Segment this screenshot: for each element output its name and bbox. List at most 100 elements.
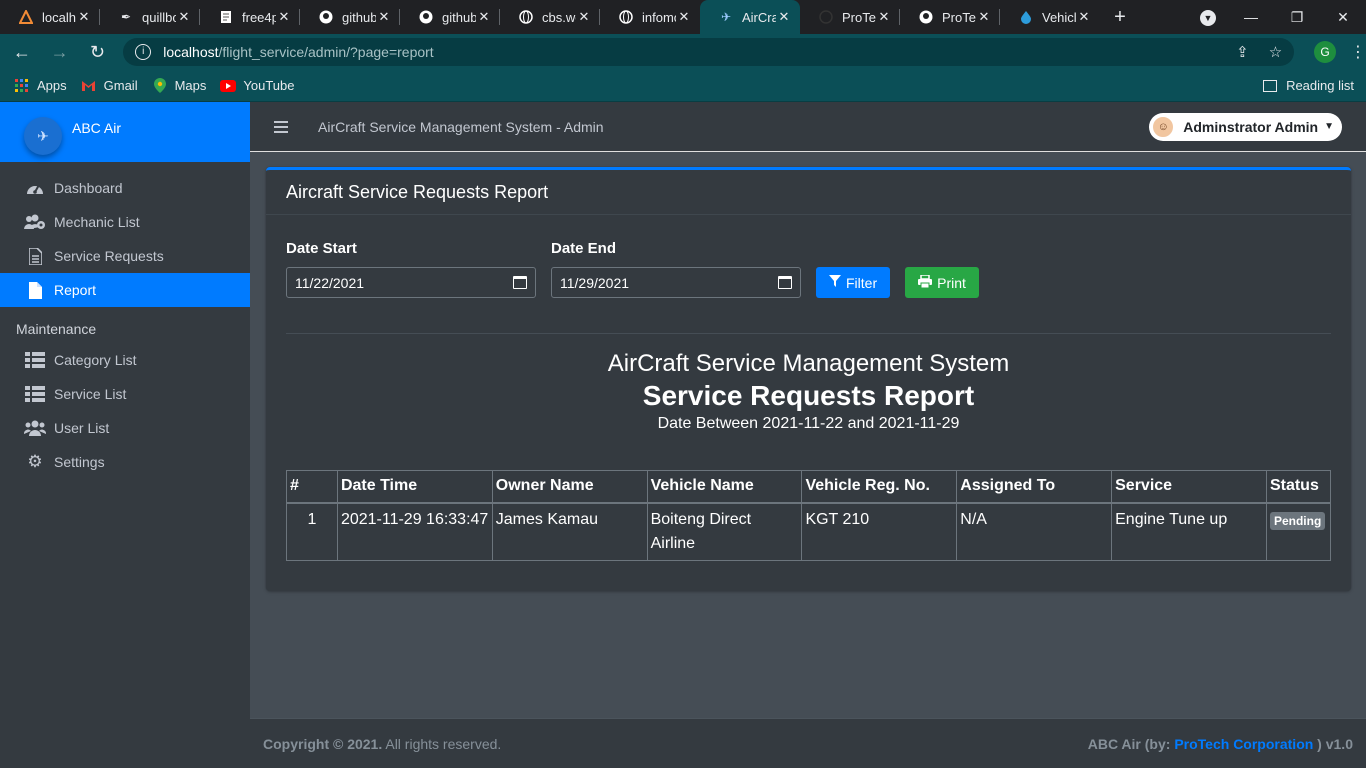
- brand-text: ABC Air: [72, 120, 122, 136]
- close-icon[interactable]: ✕: [676, 9, 692, 25]
- bookmark-apps[interactable]: Apps: [14, 78, 67, 94]
- cell-vehicle-reg: KGT 210: [801, 502, 958, 561]
- tab-title: github: [342, 9, 376, 25]
- print-label: Print: [937, 274, 966, 291]
- browser-tab[interactable]: github ✕: [300, 0, 400, 34]
- forward-button[interactable]: →: [44, 42, 76, 63]
- report-card: Aircraft Service Requests Report Date St…: [266, 167, 1351, 591]
- sidebar-item-dashboard[interactable]: Dashboard: [0, 171, 250, 205]
- sidebar-item-settings[interactable]: ⚙ Settings: [0, 445, 250, 479]
- filter-icon: [829, 275, 841, 290]
- github-icon: [918, 9, 934, 25]
- print-button[interactable]: Print: [905, 267, 979, 298]
- new-tab-button[interactable]: +: [1100, 6, 1140, 29]
- close-icon[interactable]: ✕: [576, 9, 592, 25]
- brand-link[interactable]: ✈ ABC Air: [0, 102, 250, 162]
- date-end-input[interactable]: 11/29/2021: [551, 267, 801, 298]
- browser-tab[interactable]: localhost ✕: [0, 0, 100, 34]
- minimize-button[interactable]: —: [1228, 9, 1274, 25]
- sidebar-item-label: Report: [54, 282, 97, 298]
- table-row: 1 2021-11-29 16:33:47 James Kamau Boiten…: [286, 502, 1332, 561]
- date-start-input[interactable]: 11/22/2021: [286, 267, 536, 298]
- sidebar-item-category-list[interactable]: Category List: [0, 343, 250, 377]
- close-icon[interactable]: ✕: [176, 9, 192, 25]
- tab-title: free4p: [242, 9, 276, 25]
- file-icon: [24, 281, 46, 299]
- close-icon[interactable]: ✕: [776, 9, 792, 25]
- restore-button[interactable]: ❐: [1274, 9, 1320, 26]
- close-icon[interactable]: ✕: [876, 9, 892, 25]
- bookmark-gmail[interactable]: Gmail: [81, 78, 138, 94]
- filter-button[interactable]: Filter: [816, 267, 891, 298]
- column-header: Status: [1265, 470, 1332, 504]
- file-alt-icon: [24, 247, 46, 265]
- browser-tab[interactable]: cbs.wo ✕: [500, 0, 600, 34]
- menu-toggle-icon[interactable]: [274, 118, 288, 136]
- bookmark-maps[interactable]: Maps: [152, 78, 206, 94]
- sidebar-item-report[interactable]: Report: [0, 273, 250, 307]
- browser-menu-icon[interactable]: ⋮: [1350, 42, 1366, 62]
- browser-tab[interactable]: Vehicle ✕: [1000, 0, 1100, 34]
- users-icon: [24, 420, 46, 436]
- tab-title: ProTech: [942, 9, 976, 25]
- browser-tab[interactable]: infomo ✕: [600, 0, 700, 34]
- calendar-icon[interactable]: [513, 276, 527, 289]
- close-icon[interactable]: ✕: [476, 9, 492, 25]
- rights-text: All rights reserved.: [385, 735, 502, 752]
- column-header: #: [286, 470, 338, 504]
- footer-copyright: Copyright © 2021. All rights reserved.: [263, 736, 501, 752]
- tab-title: ProTech: [842, 9, 876, 25]
- profile-avatar[interactable]: G: [1314, 41, 1336, 63]
- calendar-icon[interactable]: [778, 276, 792, 289]
- column-header: Owner Name: [491, 470, 648, 504]
- cell-service: Engine Tune up: [1111, 502, 1267, 561]
- close-icon[interactable]: ✕: [76, 9, 92, 25]
- close-icon[interactable]: ✕: [276, 9, 292, 25]
- user-menu-button[interactable]: ☺ Adminstrator Admin ▼: [1149, 112, 1342, 141]
- bookmark-youtube[interactable]: YouTube: [220, 78, 294, 94]
- copyright-text: Copyright © 2021.: [263, 735, 383, 752]
- browser-tab-active[interactable]: ✈ AirCraft ✕: [700, 0, 800, 34]
- bookmark-star-icon[interactable]: ☆: [1269, 43, 1282, 61]
- share-icon[interactable]: ⇪: [1236, 43, 1249, 61]
- footer-version: ) v1.0: [1313, 735, 1353, 752]
- sidebar-item-service-list[interactable]: Service List: [0, 377, 250, 411]
- drupal-icon: [1018, 9, 1034, 25]
- close-icon[interactable]: ✕: [376, 9, 392, 25]
- cogs-icon: ⚙: [27, 452, 43, 471]
- url-input[interactable]: i localhost/flight_service/admin/?page=r…: [123, 38, 1295, 66]
- report-title: Service Requests Report: [642, 380, 975, 411]
- address-bar-row: ← → ↻ i localhost/flight_service/admin/?…: [0, 34, 1366, 70]
- browser-tab-strip: localhost ✕ ✒ quillbot ✕ free4p ✕ github…: [0, 0, 1366, 34]
- company-link[interactable]: ProTech Corporation: [1174, 736, 1313, 752]
- browser-tab[interactable]: ✒ quillbot ✕: [100, 0, 200, 34]
- aircraft-icon: ✈: [720, 10, 732, 24]
- tachometer-icon: [24, 180, 46, 196]
- cell-number: 1: [286, 502, 338, 561]
- browser-tab[interactable]: free4p ✕: [200, 0, 300, 34]
- column-header: Vehicle Reg. No.: [801, 470, 958, 504]
- close-icon[interactable]: ✕: [976, 9, 992, 25]
- close-icon[interactable]: ✕: [1076, 9, 1092, 25]
- site-info-icon[interactable]: i: [135, 44, 152, 60]
- sidebar-item-label: Dashboard: [54, 180, 123, 196]
- reload-button[interactable]: ↻: [82, 42, 114, 63]
- sidebar-item-label: Mechanic List: [54, 214, 140, 230]
- chevron-down-icon: ▼: [1200, 10, 1216, 26]
- tab-title: Vehicle: [1042, 9, 1076, 25]
- report-table: # Date Time Owner Name Vehicle Name Vehi…: [286, 470, 1332, 561]
- window-close-button[interactable]: ✕: [1320, 9, 1366, 26]
- github-icon: [318, 9, 334, 25]
- back-button[interactable]: ←: [6, 42, 38, 63]
- sidebar-item-service-requests[interactable]: Service Requests: [0, 239, 250, 273]
- sidebar-item-mechanic-list[interactable]: Mechanic List: [0, 205, 250, 239]
- sidebar-item-label: Service List: [54, 386, 127, 402]
- browser-tab[interactable]: ProTech ✕: [900, 0, 1000, 34]
- browser-tab[interactable]: ProTech ✕: [800, 0, 900, 34]
- browser-tab[interactable]: github ✕: [400, 0, 500, 34]
- tab-search-button[interactable]: ▼: [1188, 8, 1228, 26]
- date-end-label: Date End: [551, 240, 617, 257]
- reading-list-button[interactable]: Reading list: [1263, 78, 1354, 93]
- sidebar-item-user-list[interactable]: User List: [0, 411, 250, 445]
- tab-title: cbs.wo: [542, 9, 576, 25]
